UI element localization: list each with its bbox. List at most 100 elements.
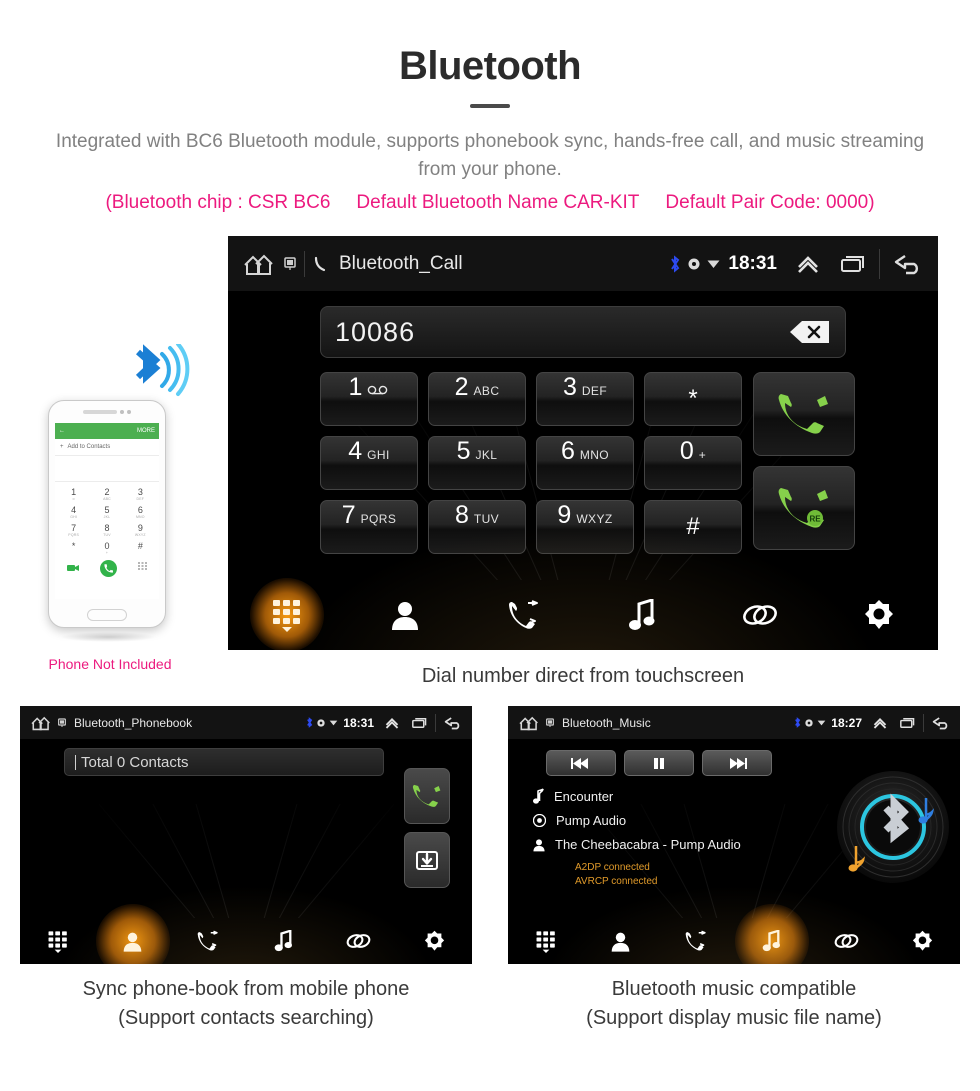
- phone-keypad-row: 1 ∞ 2 ABC 3 DEF: [57, 485, 157, 503]
- recents-icon[interactable]: [899, 716, 916, 730]
- phonebook-caption: Sync phone-book from mobile phone (Suppo…: [20, 975, 472, 1033]
- sidebar-item-settings[interactable]: [885, 918, 960, 964]
- key-letters: +: [698, 448, 707, 462]
- sidebar-item-pair[interactable]: [701, 580, 819, 650]
- redial-badge-text: RE: [809, 515, 821, 524]
- sidebar-item-keypad[interactable]: [228, 580, 346, 650]
- call-button[interactable]: [753, 372, 855, 456]
- spec-name: Default Bluetooth Name CAR-KIT: [356, 192, 640, 213]
- status-bar-time: 18:27: [831, 715, 862, 730]
- track-album: Pump Audio: [556, 813, 627, 828]
- chevron-up-icon[interactable]: [384, 716, 400, 730]
- phonebook-call-button[interactable]: [404, 768, 450, 824]
- pause-button[interactable]: [624, 750, 694, 776]
- dialpad-key-7[interactable]: 7 PQRS: [320, 500, 418, 554]
- phone-key: 9 WXYZ: [124, 521, 157, 539]
- home-icon[interactable]: [29, 714, 53, 732]
- dialpad-key-1[interactable]: 1: [320, 372, 418, 426]
- music-note-icon: [628, 599, 656, 631]
- next-button[interactable]: [702, 750, 772, 776]
- back-icon[interactable]: [892, 251, 924, 277]
- chevron-up-icon[interactable]: [795, 253, 821, 275]
- redial-icon: RE: [777, 487, 831, 529]
- dialpad-key-hash[interactable]: #: [644, 500, 742, 554]
- phone-action-row: [57, 557, 157, 577]
- bluetooth-music-screen: Bluetooth_Music 18:27 Encounter Pump Aud…: [508, 706, 960, 964]
- phone-key-digit: 2: [104, 487, 110, 497]
- bottom-nav-call: [228, 580, 938, 650]
- sidebar-item-call-history[interactable]: [659, 918, 734, 964]
- sidebar-item-pair[interactable]: [809, 918, 884, 964]
- phone-key-letters: DEF: [136, 497, 145, 501]
- dialpad-key-star[interactable]: *: [644, 372, 742, 426]
- backspace-icon[interactable]: [789, 319, 831, 345]
- bottom-nav-phonebook: [20, 918, 472, 964]
- bluetooth-call-screen: Bluetooth_Call 18:31 10086 1 2 ABC 3 DEF…: [228, 236, 938, 650]
- spec-chip: (Bluetooth chip : CSR BC6: [105, 192, 331, 213]
- sidebar-item-music[interactable]: [734, 918, 809, 964]
- call-actions: RE: [753, 372, 855, 550]
- chevron-up-icon[interactable]: [872, 716, 888, 730]
- sidebar-item-call-history[interactable]: [171, 918, 246, 964]
- sidebar-item-keypad[interactable]: [20, 918, 95, 964]
- dialpad-key-9[interactable]: 9 WXYZ: [536, 500, 634, 554]
- phone-keypad-toggle-icon: [137, 559, 147, 577]
- phone-video-call-icon: [67, 559, 80, 577]
- sidebar-item-contacts[interactable]: [583, 918, 658, 964]
- recents-icon[interactable]: [411, 716, 428, 730]
- dialpad-key-3[interactable]: 3 DEF: [536, 372, 634, 426]
- recents-icon[interactable]: [839, 253, 867, 275]
- page-subtitle: Integrated with BC6 Bluetooth module, su…: [55, 131, 925, 180]
- key-digit: 3: [562, 373, 577, 401]
- dial-number-field[interactable]: 10086: [320, 306, 846, 358]
- music-caption: Bluetooth music compatible (Support disp…: [508, 975, 960, 1033]
- dialpad-key-5[interactable]: 5 JKL: [428, 436, 526, 490]
- sidebar-item-settings[interactable]: [397, 918, 472, 964]
- status-bar-right: 18:31: [306, 713, 463, 732]
- sidebar-item-music[interactable]: [583, 580, 701, 650]
- previous-button[interactable]: [546, 750, 616, 776]
- status-divider: [304, 250, 305, 277]
- key-digit: 9: [557, 501, 572, 529]
- dialpad-key-6[interactable]: 6 MNO: [536, 436, 634, 490]
- sidebar-item-pair[interactable]: [321, 918, 396, 964]
- phone-key-digit: *: [71, 541, 76, 551]
- contacts-search-value: Total 0 Contacts: [81, 753, 189, 771]
- connection-status: A2DP connected AVRCP connected: [575, 861, 741, 889]
- contacts-search-input[interactable]: Total 0 Contacts: [64, 748, 384, 776]
- dialpad-key-2[interactable]: 2 ABC: [428, 372, 526, 426]
- dialpad-key-4[interactable]: 4 GHI: [320, 436, 418, 490]
- dialpad-key-0[interactable]: 0 +: [644, 436, 742, 490]
- back-icon[interactable]: [443, 715, 463, 731]
- sidebar-item-keypad[interactable]: [508, 918, 583, 964]
- sidebar-item-call-history[interactable]: [465, 580, 583, 650]
- key-letters: MNO: [579, 448, 610, 462]
- phone-keypad-row: 4 GHI 5 JKL 6 MNO: [57, 503, 157, 521]
- phonebook-download-button[interactable]: [404, 832, 450, 888]
- music-caption-line2: (Support display music file name): [586, 1007, 882, 1029]
- music-transport-controls: [546, 750, 772, 776]
- disc-icon: [533, 814, 546, 827]
- sidebar-item-contacts[interactable]: [95, 918, 170, 964]
- voicemail-icon: [367, 385, 389, 395]
- phone-key-digit: #: [137, 541, 143, 551]
- key-digit: 4: [348, 437, 363, 465]
- dialpad-key-8[interactable]: 8 TUV: [428, 500, 526, 554]
- keypad-icon: [47, 930, 69, 953]
- bottom-nav-music: [508, 918, 960, 964]
- wifi-icon: [707, 258, 720, 269]
- sidebar-item-music[interactable]: [246, 918, 321, 964]
- redial-button[interactable]: RE: [753, 466, 855, 550]
- dialpad-row: 1 2 ABC 3 DEF *: [320, 372, 742, 426]
- status-bar: Bluetooth_Call 18:31: [228, 236, 938, 292]
- phone-key: 6 MNO: [124, 503, 157, 521]
- sidebar-item-settings[interactable]: [820, 580, 938, 650]
- back-icon[interactable]: [931, 715, 951, 731]
- status-bar-title: Bluetooth_Call: [339, 252, 463, 274]
- music-note-small-icon: [533, 788, 544, 804]
- spec-line: (Bluetooth chip : CSR BC6 Default Blueto…: [0, 192, 980, 214]
- signal-dot-icon: [317, 718, 325, 727]
- sidebar-item-contacts[interactable]: [346, 580, 464, 650]
- home-icon[interactable]: [242, 250, 276, 278]
- home-icon[interactable]: [517, 714, 541, 732]
